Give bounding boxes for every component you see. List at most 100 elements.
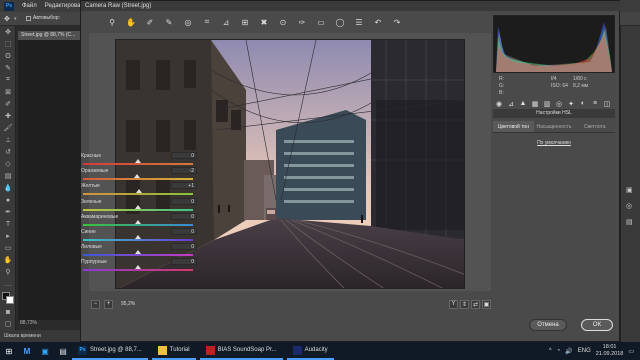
tab-saturation[interactable]: Насыщенность — [534, 121, 575, 132]
taskbar-app[interactable]: Audacity — [286, 342, 334, 360]
eyedropper-icon[interactable]: ✐ — [0, 98, 16, 110]
split-toning-icon[interactable]: ▥ — [543, 100, 551, 108]
volume-icon[interactable]: 🔊 — [565, 348, 572, 355]
ok-button[interactable]: ОК — [581, 319, 613, 331]
slider-track[interactable] — [83, 239, 193, 241]
transform-icon[interactable]: ⊞ — [240, 17, 250, 27]
slider-value-input[interactable]: 0 — [171, 212, 197, 220]
presets-icon[interactable]: ≡ — [591, 100, 599, 108]
slider-thumb[interactable] — [135, 204, 141, 209]
stamp-icon[interactable]: ⊥ — [0, 134, 16, 146]
zoom-icon[interactable]: ⚲ — [0, 266, 16, 278]
crop-tool-icon[interactable]: ⌗ — [202, 17, 212, 27]
effects-icon[interactable]: ✦ — [567, 100, 575, 108]
tool-preset-chevron-icon[interactable]: ▾ — [14, 16, 17, 22]
color-swatches[interactable] — [0, 290, 16, 306]
slider-track[interactable] — [83, 223, 193, 226]
zoom-in-button[interactable]: + — [104, 299, 113, 309]
tab-hue[interactable]: Цветовой тон — [493, 121, 534, 132]
zoom-out-button[interactable]: − — [91, 299, 100, 309]
tab-luminance[interactable]: Светлота — [574, 121, 615, 132]
snapshots-icon[interactable]: ◫ — [603, 100, 611, 108]
timeline-panel[interactable]: Шкала времени — [0, 330, 80, 342]
straighten-icon[interactable]: ⊿ — [221, 17, 231, 27]
network-icon[interactable]: ◔ — [557, 348, 561, 354]
hand-tool-icon[interactable]: ✋ — [126, 17, 136, 27]
slider-value-input[interactable]: +1 — [171, 182, 197, 190]
calibration-icon[interactable]: ◐ — [579, 100, 587, 108]
copy-settings-icon[interactable]: ⇄ — [471, 299, 480, 309]
white-balance-icon[interactable]: ✐ — [145, 17, 155, 27]
gradient-icon[interactable]: ▤ — [0, 170, 16, 182]
panel-icon-1[interactable]: ▣ — [626, 186, 636, 196]
notifications-icon[interactable]: ▭ — [628, 348, 634, 355]
zoom-tool-icon[interactable]: ⚲ — [107, 17, 117, 27]
eraser-icon[interactable]: ◇ — [0, 158, 16, 170]
taskbar-app[interactable]: Ps Street.jpg @ 88,7... — [72, 342, 148, 360]
slider-track[interactable] — [83, 254, 193, 257]
swap-icon[interactable]: ⇕ — [460, 299, 469, 309]
quick-mask-icon[interactable]: ◙ — [0, 306, 16, 318]
type-icon[interactable]: T — [0, 218, 16, 230]
taskbar-app[interactable]: Tutorial — [151, 342, 196, 360]
pinned-app-icon-1[interactable]: M — [18, 342, 36, 360]
basic-panel-icon[interactable]: ◉ — [495, 100, 503, 108]
start-windows-icon[interactable]: ⊞ — [0, 342, 18, 360]
slider-value-input[interactable]: 0 — [171, 258, 197, 266]
targeted-adjust-icon[interactable]: ◎ — [183, 17, 193, 27]
color-sampler-icon[interactable]: ✎ — [164, 17, 174, 27]
slider-track[interactable] — [83, 208, 193, 211]
autoselect-checkbox[interactable] — [26, 16, 31, 21]
pinned-app-icon-2[interactable]: ▤ — [54, 342, 72, 360]
spot-removal-icon[interactable]: ✖ — [259, 17, 269, 27]
before-after-toggle-icon[interactable]: Y — [449, 299, 458, 309]
pen-icon[interactable]: ✒ — [0, 206, 16, 218]
panel-icon-2[interactable]: ◎ — [626, 202, 636, 212]
quick-select-icon[interactable]: ✎ — [0, 62, 16, 74]
hand-icon[interactable]: ✋ — [0, 254, 16, 266]
lasso-icon[interactable]: ʘ — [0, 50, 16, 62]
slider-thumb[interactable] — [133, 174, 140, 179]
slider-thumb[interactable] — [135, 265, 141, 270]
default-link[interactable]: По умолчанию — [493, 140, 615, 146]
menu-file[interactable]: Файл — [22, 3, 37, 9]
slider-thumb[interactable] — [135, 235, 141, 239]
shape-icon[interactable]: ▭ — [0, 242, 16, 254]
pinned-photoshop-icon[interactable]: ▣ — [36, 342, 54, 360]
doc-tab[interactable]: Street.jpg @ 88,7% (С... — [18, 31, 80, 40]
detail-icon[interactable]: ▲ — [519, 100, 527, 108]
rotate-left-icon[interactable]: ↶ — [373, 17, 383, 27]
lens-icon[interactable]: ◎ — [555, 100, 563, 108]
frame-icon[interactable]: ⊠ — [0, 86, 16, 98]
slider-value-input[interactable]: 0 — [171, 197, 197, 205]
slider-thumb[interactable] — [135, 250, 141, 255]
screen-mode-icon[interactable]: ▢ — [0, 318, 16, 330]
preferences-icon[interactable]: ☰ — [354, 17, 364, 27]
adjust-brush-icon[interactable]: ✑ — [297, 17, 307, 27]
history-brush-icon[interactable]: ↺ — [0, 146, 16, 158]
preview-toggle-icon[interactable]: ▣ — [482, 299, 491, 309]
marquee-icon[interactable]: ⬚ — [0, 38, 16, 50]
slider-value-input[interactable]: -2 — [171, 167, 197, 175]
healing-icon[interactable]: ✚ — [0, 110, 16, 122]
dodge-icon[interactable]: ● — [0, 194, 16, 206]
graduated-filter-icon[interactable]: ▭ — [316, 17, 326, 27]
slider-track[interactable] — [83, 269, 193, 272]
more-tools-icon[interactable]: … — [0, 278, 16, 290]
radial-filter-icon[interactable]: ◯ — [335, 17, 345, 27]
slider-track[interactable] — [83, 193, 193, 196]
slider-value-input[interactable]: 0 — [171, 228, 197, 235]
slider-value-input[interactable]: 0 — [171, 152, 197, 159]
move-icon[interactable]: ✥ — [0, 26, 16, 38]
tone-curve-icon[interactable]: ⊿ — [507, 100, 515, 108]
slider-thumb[interactable] — [135, 159, 141, 163]
crop-icon[interactable]: ⌗ — [0, 74, 16, 86]
slider-track[interactable] — [83, 163, 193, 165]
blur-icon[interactable]: 💧 — [0, 182, 16, 194]
tray-expand-icon[interactable]: ^ — [549, 348, 552, 354]
cancel-button[interactable]: Отмена — [529, 319, 567, 331]
rotate-right-icon[interactable]: ↷ — [392, 17, 402, 27]
path-select-icon[interactable]: ▸ — [0, 230, 16, 242]
panel-icon-3[interactable]: ▤ — [626, 218, 636, 228]
clock[interactable]: 18:01 21.09.2018 — [596, 344, 624, 358]
